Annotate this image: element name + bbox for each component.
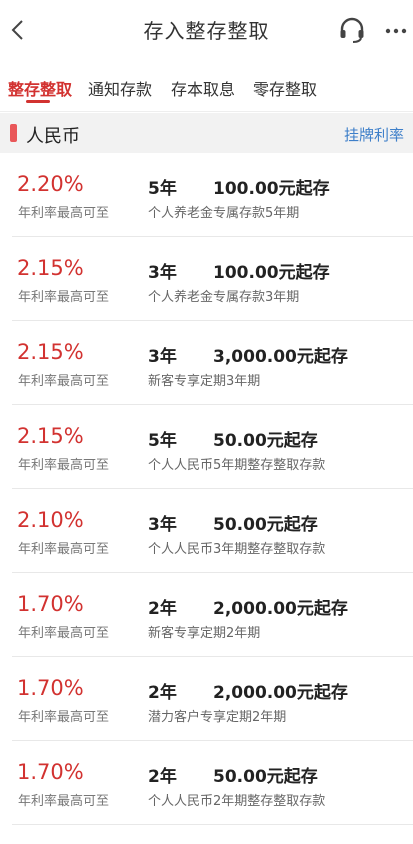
product-rate: 1.70% [17,592,84,616]
product-term: 2年 [148,683,177,703]
product-term: 3年 [148,263,177,283]
product-row[interactable]: 1.70% 年利率最高可至 2年 50.00元起存 个人人民币2年期整存整取存款 [0,741,413,825]
product-name: 个人人民币2年期整存整取存款 [148,794,326,809]
tab-notice-deposit[interactable]: 通知存款 [88,76,152,100]
product-rate: 1.70% [17,760,84,784]
product-min-amount: 50.00元起存 [213,515,318,535]
currency-section-header: 人民币 挂牌利率 [0,113,413,153]
product-term: 3年 [148,347,177,367]
tab-installment-deposit[interactable]: 零存整取 [253,76,317,100]
more-button[interactable] [384,16,408,44]
product-row[interactable]: 2.15% 年利率最高可至 3年 3,000.00元起存 新客专享定期3年期 [0,321,413,405]
product-min-amount: 50.00元起存 [213,431,318,451]
product-row[interactable]: 1.70% 年利率最高可至 2年 2,000.00元起存 潜力客户专享定期2年期 [0,657,413,741]
tab-interest-withdrawal[interactable]: 存本取息 [171,76,235,100]
product-name: 个人人民币3年期整存整取存款 [148,542,326,557]
more-dots-icon [385,28,407,34]
product-min-amount: 100.00元起存 [213,179,330,199]
product-rate: 2.15% [17,424,84,448]
top-bar: 存入整存整取 [0,0,413,60]
product-row[interactable]: 2.10% 年利率最高可至 3年 50.00元起存 个人人民币3年期整存整取存款 [0,489,413,573]
product-term: 5年 [148,431,177,451]
active-tab-indicator [26,100,50,103]
product-term: 5年 [148,179,177,199]
tab-lump-sum[interactable]: 整存整取 [8,76,72,100]
product-row[interactable]: 2.15% 年利率最高可至 5年 50.00元起存 个人人民币5年期整存整取存款 [0,405,413,489]
product-name: 个人人民币5年期整存整取存款 [148,458,326,473]
product-min-amount: 3,000.00元起存 [213,347,348,367]
product-term: 2年 [148,767,177,787]
product-rate-label: 年利率最高可至 [18,290,110,305]
headset-icon [340,17,364,43]
product-rate-label: 年利率最高可至 [18,206,110,221]
product-rate: 2.20% [17,172,84,196]
product-name: 新客专享定期2年期 [148,626,261,641]
product-row[interactable]: 1.70% 年利率最高可至 2年 2,000.00元起存 新客专享定期2年期 [0,573,413,657]
product-rate-label: 年利率最高可至 [18,710,110,725]
product-min-amount: 50.00元起存 [213,767,318,787]
product-name: 潜力客户专享定期2年期 [148,710,287,725]
product-name: 个人养老金专属存款5年期 [148,206,300,221]
product-rate-label: 年利率最高可至 [18,374,110,389]
product-rate-label: 年利率最高可至 [18,794,110,809]
section-marker [10,124,17,142]
listed-rates-link[interactable]: 挂牌利率 [344,124,404,145]
product-term: 3年 [148,515,177,535]
product-min-amount: 100.00元起存 [213,263,330,283]
product-rate: 2.10% [17,508,84,532]
product-min-amount: 2,000.00元起存 [213,683,348,703]
product-term: 2年 [148,599,177,619]
product-list: 2.20% 年利率最高可至 5年 100.00元起存 个人养老金专属存款5年期 … [0,153,413,825]
product-rate: 2.15% [17,340,84,364]
product-rate: 1.70% [17,676,84,700]
customer-service-button[interactable] [338,16,366,44]
product-min-amount: 2,000.00元起存 [213,599,348,619]
product-row[interactable]: 2.20% 年利率最高可至 5年 100.00元起存 个人养老金专属存款5年期 [0,153,413,237]
product-rate-label: 年利率最高可至 [18,458,110,473]
product-name: 个人养老金专属存款3年期 [148,290,300,305]
product-rate: 2.15% [17,256,84,280]
product-name: 新客专享定期3年期 [148,374,261,389]
product-row[interactable]: 2.15% 年利率最高可至 3年 100.00元起存 个人养老金专属存款3年期 [0,237,413,321]
product-rate-label: 年利率最高可至 [18,626,110,641]
tab-bar: 整存整取 通知存款 存本取息 零存整取 [0,60,413,112]
section-title: 人民币 [26,126,80,147]
product-rate-label: 年利率最高可至 [18,542,110,557]
